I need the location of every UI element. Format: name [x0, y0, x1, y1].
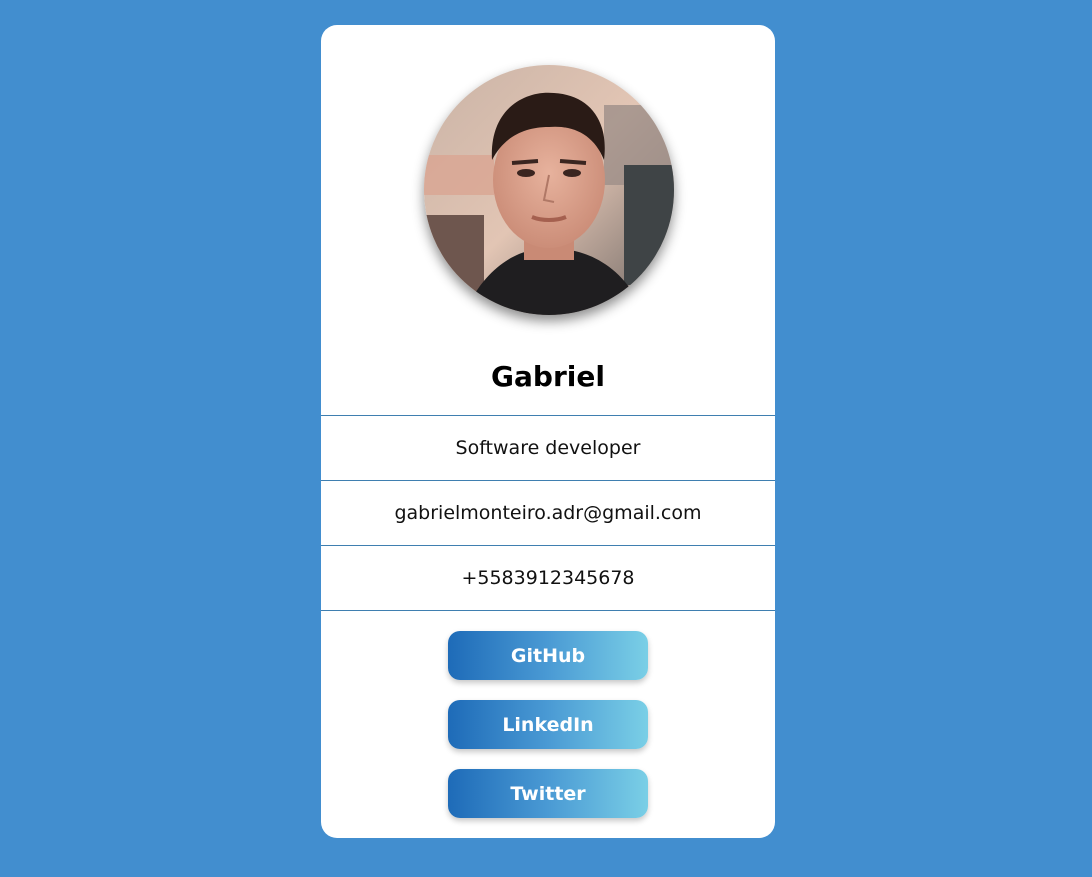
github-button[interactable]: GitHub — [448, 631, 648, 680]
avatar-photo — [424, 65, 674, 315]
role-text: Software developer — [455, 436, 641, 459]
divider — [321, 610, 775, 611]
profile-name: Gabriel — [491, 360, 605, 393]
profile-email: gabrielmonteiro.adr@gmail.com — [321, 480, 775, 544]
avatar — [424, 65, 674, 315]
profile-role: Software developer — [321, 415, 775, 479]
linkedin-button[interactable]: LinkedIn — [448, 700, 648, 749]
phone-text: +5583912345678 — [461, 566, 635, 589]
profile-phone: +5583912345678 — [321, 545, 775, 609]
profile-card: Gabriel Software developer gabrielmontei… — [321, 25, 775, 838]
email-text: gabrielmonteiro.adr@gmail.com — [394, 501, 702, 524]
twitter-button[interactable]: Twitter — [448, 769, 648, 818]
